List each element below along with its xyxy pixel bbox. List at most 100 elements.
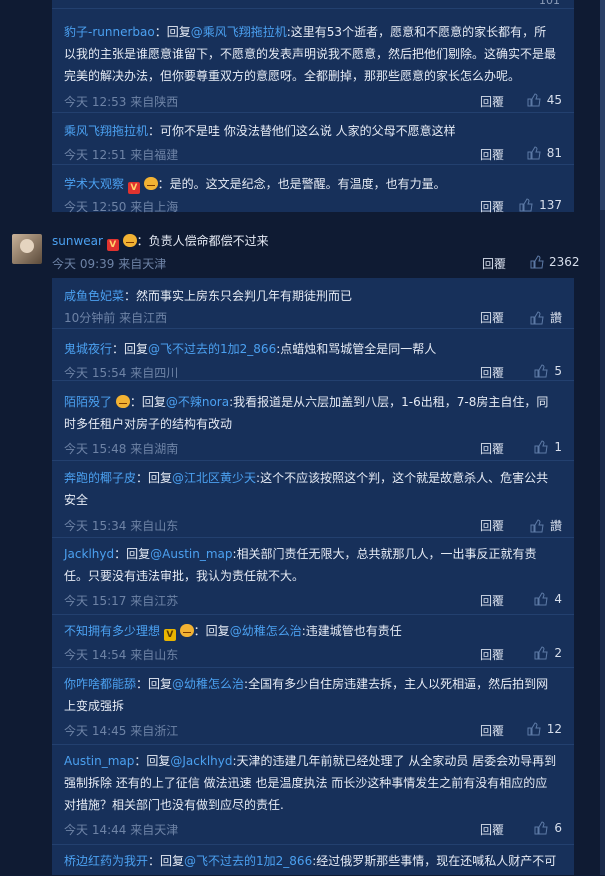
reply-item: 豹子-runnerbao：回复@乘风飞翔拖拉机:这里有53个逝者，愿意和不愿意的… xyxy=(52,8,574,113)
thumbs-up-icon xyxy=(534,440,548,454)
comment-username[interactable]: sunwear xyxy=(52,234,103,248)
like-count: 137 xyxy=(539,198,562,212)
reply-item: 不知拥有多少理想 V ：回复@幼稚怎么治:违建城管也有责任 今天 14:54 来… xyxy=(52,614,574,668)
reply-username[interactable]: 鬼城夜行 xyxy=(64,342,112,356)
reply-username[interactable]: 你咋啥都能舔 xyxy=(64,677,136,691)
reply-item: 陌陌殁了 ：回复@不辣nora:我看报道是从六层加盖到八层，1-6出租，7-8房… xyxy=(52,380,574,461)
scrollbar-thumb[interactable] xyxy=(600,0,605,210)
reply-username[interactable]: 不知拥有多少理想 xyxy=(64,624,160,638)
fan-emoji-icon xyxy=(122,234,137,247)
reply-item: 奔跑的椰子皮：回复@江北区黄少天:这个不应该按照这个判，这个就是故意杀人、危害公… xyxy=(52,460,574,538)
like-button[interactable]: 2362 xyxy=(530,255,580,269)
reply-button[interactable]: 回覆 xyxy=(480,364,504,381)
reply-item: 鬼城夜行：回复@飞不过去的1加2_866:点蜡烛和骂城管全是同一帮人 今天 15… xyxy=(52,328,574,381)
reply-item: Jacklhyd：回复@Austin_map:相关部门责任无限大，总共就那几人，… xyxy=(52,537,574,615)
reply-button[interactable]: 回覆 xyxy=(480,309,504,326)
reply-item: 桥边红药为我开：回复@飞不过去的1加2_866:经过俄罗斯那些事情，现在还喊私人… xyxy=(52,844,574,876)
reply-button[interactable]: 回覆 xyxy=(480,198,504,215)
reply-text: 鬼城夜行：回复@飞不过去的1加2_866:点蜡烛和骂城管全是同一帮人 xyxy=(64,338,558,360)
reply-prefix: ：回复 xyxy=(134,754,171,768)
reply-meta: 今天 15:34 来自山东 xyxy=(64,519,179,533)
reply-text: 乘风飞翔拖拉机：可你不是哇 你没法替他们这么说 人家的父母不愿意这样 xyxy=(64,120,558,142)
like-button[interactable]: 1 xyxy=(534,440,562,454)
reply-item: 你咋啥都能舔：回复@幼稚怎么治:全国有多少自住房违建去拆，主人以死相逼，然后拍到… xyxy=(52,667,574,745)
reply-username[interactable]: 陌陌殁了 xyxy=(64,395,112,409)
thumbs-up-icon xyxy=(527,93,541,107)
thumbs-up-icon xyxy=(527,146,541,160)
reply-button[interactable]: 回覆 xyxy=(480,821,504,838)
reply-meta: 今天 12:53 来自陕西 xyxy=(64,95,179,109)
reply-mention[interactable]: @幼稚怎么治 xyxy=(172,677,244,691)
reply-username[interactable]: Jacklhyd xyxy=(64,547,114,561)
comment-meta: 今天 09:39 来自天津 xyxy=(52,257,167,271)
like-button[interactable]: 4 xyxy=(534,592,562,606)
thumbs-up-icon xyxy=(534,592,548,606)
reply-button[interactable]: 回覆 xyxy=(480,146,504,163)
reply-username[interactable]: Austin_map xyxy=(64,754,134,768)
reply-username[interactable]: 咸鱼色妃菜 xyxy=(64,289,124,303)
reply-mention[interactable]: @幼稚怎么治 xyxy=(230,624,302,638)
like-count: 讚 xyxy=(549,311,562,325)
reply-text: 学术大观察 V ：是的。这文是纪念，也是警醒。有温度，也有力量。 xyxy=(64,173,558,195)
thumbs-up-icon xyxy=(530,255,544,269)
reply-meta: 今天 12:51 来自福建 xyxy=(64,148,179,162)
like-count: 101 xyxy=(539,0,560,7)
reply-username[interactable]: 豹子-runnerbao xyxy=(64,25,155,39)
reply-prefix: ：回复 xyxy=(154,25,191,39)
reply-username[interactable]: 乘风飞翔拖拉机 xyxy=(64,124,148,138)
reply-item: 学术大观察 V ：是的。这文是纪念，也是警醒。有温度，也有力量。 今天 12:5… xyxy=(52,164,574,215)
fan-emoji-icon xyxy=(115,395,130,408)
reply-button[interactable]: 回覆 xyxy=(480,646,504,663)
reply-button[interactable]: 回覆 xyxy=(480,592,504,609)
fan-emoji-icon xyxy=(179,624,194,637)
comment-text: sunwear V ：负责人偿命都偿不过来 xyxy=(52,232,269,251)
reply-button[interactable]: 回覆 xyxy=(480,517,504,534)
reply-thread: 咸鱼色妃菜：然而事实上房东只会判几年有期徒刑而已 10分钟前 来自江西 回覆 讚… xyxy=(52,278,574,875)
reply-username[interactable]: 桥边红药为我开 xyxy=(64,854,148,868)
reply-username[interactable]: 奔跑的椰子皮 xyxy=(64,471,136,485)
like-count: 6 xyxy=(554,821,562,835)
reply-mention[interactable]: @江北区黄少天 xyxy=(172,471,256,485)
reply-mention[interactable]: @飞不过去的1加2_866 xyxy=(148,342,276,356)
reply-prefix: ：回复 xyxy=(114,547,151,561)
like-button[interactable]: 137 xyxy=(519,198,562,212)
reply-mention[interactable]: @乘风飞翔拖拉机 xyxy=(191,25,287,39)
reply-prefix: ：回复 xyxy=(136,677,173,691)
reply-text: 奔跑的椰子皮：回复@江北区黄少天:这个不应该按照这个判，这个就是故意杀人、危害公… xyxy=(64,467,558,511)
reply-text: Austin_map：回复@Jacklhyd:天津的违建几年前就已经处理了 从全… xyxy=(64,750,558,816)
like-button[interactable]: 5 xyxy=(534,364,562,378)
reply-mention[interactable]: @不辣nora xyxy=(166,395,229,409)
verified-badge-icon: V xyxy=(127,182,140,194)
reply-button[interactable]: 回覆 xyxy=(480,93,504,110)
like-button[interactable]: 81 xyxy=(527,146,562,160)
like-button[interactable]: 6 xyxy=(534,821,562,835)
reply-mention[interactable]: @飞不过去的1加2_866 xyxy=(184,854,312,868)
like-button[interactable]: 2 xyxy=(534,646,562,660)
reply-text: 陌陌殁了 ：回复@不辣nora:我看报道是从六层加盖到八层，1-6出租，7-8房… xyxy=(64,391,558,435)
reply-content: ：然而事实上房东只会判几年有期徒刑而已 xyxy=(124,289,353,303)
thumbs-up-icon xyxy=(527,722,541,736)
previous-reply-stub: 101 xyxy=(52,0,574,8)
avatar[interactable] xyxy=(12,234,42,264)
like-button[interactable]: 讚 xyxy=(530,517,562,534)
like-button[interactable]: 45 xyxy=(527,93,562,107)
like-button[interactable]: 12 xyxy=(527,722,562,736)
reply-meta: 今天 15:48 来自湖南 xyxy=(64,442,179,456)
thumbs-up-icon xyxy=(519,198,533,212)
like-button[interactable]: 讚 xyxy=(530,309,562,326)
like-count: 45 xyxy=(546,93,562,107)
reply-mention[interactable]: @Jacklhyd xyxy=(170,754,232,768)
reply-button[interactable]: 回覆 xyxy=(480,440,504,457)
reply-item: 咸鱼色妃菜：然而事实上房东只会判几年有期徒刑而已 10分钟前 来自江西 回覆 讚 xyxy=(52,278,574,328)
reply-button[interactable]: 回覆 xyxy=(482,255,506,272)
reply-meta: 10分钟前 来自江西 xyxy=(64,311,168,325)
reply-prefix: ：回复 xyxy=(193,624,230,638)
reply-username[interactable]: 学术大观察 xyxy=(64,177,124,191)
reply-meta: 今天 15:54 来自四川 xyxy=(64,366,179,380)
thumbs-up-icon xyxy=(530,310,544,324)
like-count: 1 xyxy=(554,440,562,454)
reply-mention[interactable]: @Austin_map xyxy=(150,547,232,561)
like-count: 4 xyxy=(554,592,562,606)
reply-content: ：是的。这文是纪念，也是警醒。有温度，也有力量。 xyxy=(157,177,446,191)
reply-button[interactable]: 回覆 xyxy=(480,722,504,739)
